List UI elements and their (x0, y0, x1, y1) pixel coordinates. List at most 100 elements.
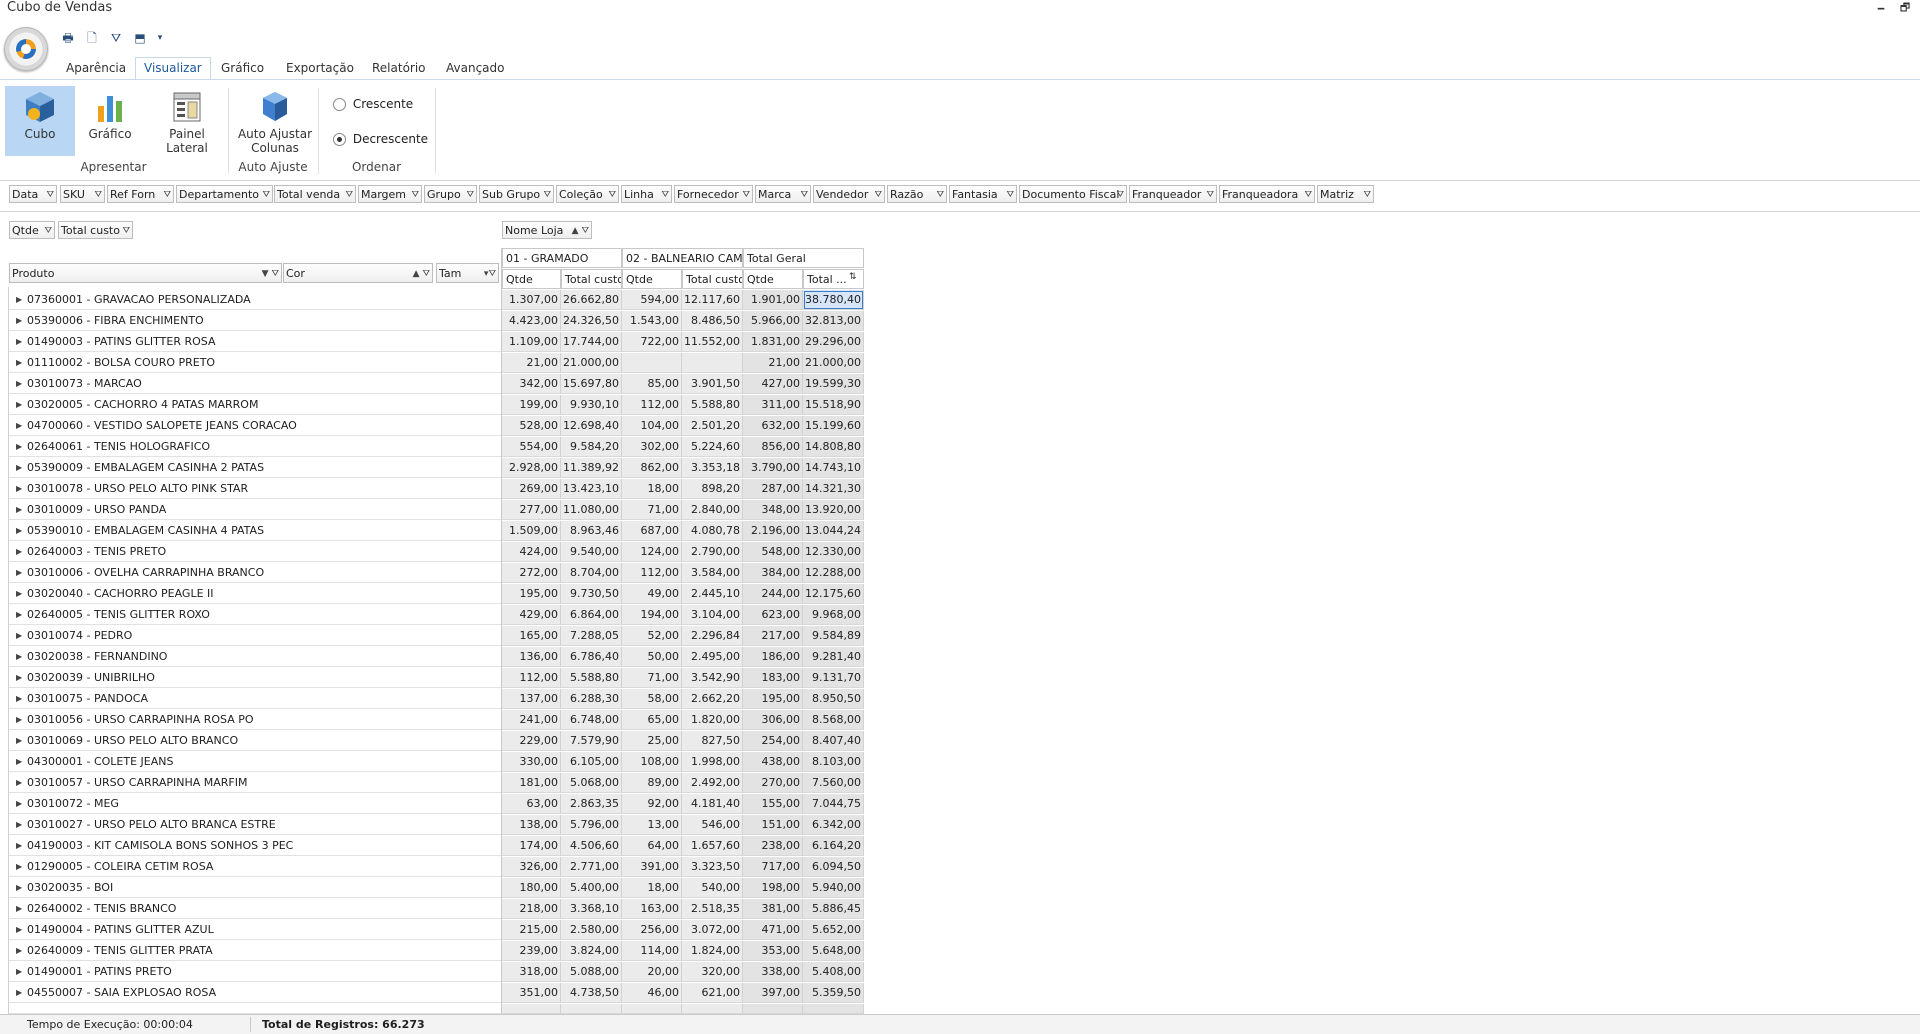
expand-arrow-icon[interactable]: ▶ (16, 458, 22, 477)
grafico-button[interactable]: Gráfico (78, 86, 142, 156)
data-cell[interactable]: 9.131,70 (803, 668, 864, 688)
filter-field-4[interactable]: Total venda ⛛ (274, 185, 356, 203)
filter-icon[interactable]: ⛛ (1006, 186, 1014, 202)
row-field-cor[interactable]: Cor ▲ ⛛ (283, 263, 433, 283)
data-cell[interactable]: 13.920,00 (803, 500, 864, 520)
column-group-header[interactable]: 01 - GRAMADO (502, 248, 622, 268)
data-cell[interactable]: 13.423,10 (561, 479, 622, 499)
filter-icon[interactable]: ⛛ (411, 186, 419, 202)
data-cell[interactable]: 424,00 (502, 542, 561, 562)
expand-arrow-icon[interactable]: ▶ (16, 353, 22, 372)
data-cell[interactable]: 1.307,00 (502, 290, 561, 310)
data-cell[interactable]: 438,00 (743, 752, 803, 772)
data-cell[interactable]: 241,00 (502, 710, 561, 730)
data-cell[interactable]: 5.359,50 (803, 983, 864, 1003)
expand-arrow-icon[interactable]: ▶ (16, 794, 22, 813)
data-cell[interactable]: 6.105,00 (561, 752, 622, 772)
data-cell[interactable]: 19.599,30 (803, 374, 864, 394)
data-cell[interactable]: 6.864,00 (561, 605, 622, 625)
data-cell[interactable]: 342,00 (502, 374, 561, 394)
data-cell[interactable]: 540,00 (682, 878, 743, 898)
data-cell[interactable]: 6.748,00 (561, 710, 622, 730)
data-cell[interactable]: 8.103,00 (803, 752, 864, 772)
filter-icon[interactable]: ⛛ (543, 186, 551, 202)
data-cell[interactable]: 9.584,20 (561, 437, 622, 457)
data-cell[interactable]: 52,00 (622, 626, 682, 646)
data-cell[interactable]: 8.568,00 (803, 710, 864, 730)
expand-arrow-icon[interactable]: ▶ (16, 521, 22, 540)
expand-arrow-icon[interactable]: ▶ (16, 311, 22, 330)
filter-field-10[interactable]: Fornecedor ⛛ (674, 185, 753, 203)
expand-arrow-icon[interactable]: ▶ (16, 479, 22, 498)
row-header[interactable]: ▶ 05390010 - EMBALAGEM CASINHA 4 PATAS (9, 521, 501, 541)
expand-arrow-icon[interactable]: ▶ (16, 605, 22, 624)
data-cell[interactable]: 11.389,92 (561, 458, 622, 478)
data-cell[interactable]: 21.000,00 (803, 353, 864, 373)
filter-field-13[interactable]: Razão ⛛ (887, 185, 947, 203)
data-cell[interactable]: 269,00 (502, 479, 561, 499)
filter-field-8[interactable]: Coleção ⛛ (556, 185, 619, 203)
expand-arrow-icon[interactable]: ▶ (16, 731, 22, 750)
filter-icon[interactable]: ⛛ (163, 186, 171, 202)
data-cell[interactable]: 2.790,00 (682, 542, 743, 562)
filter-icon[interactable]: ⛛ (1363, 186, 1371, 202)
filter-icon[interactable]: ⛛ (742, 186, 750, 202)
data-cell[interactable]: 722,00 (622, 332, 682, 352)
data-cell[interactable]: 5.408,00 (803, 962, 864, 982)
data-cell[interactable]: 6.288,30 (561, 689, 622, 709)
data-cell[interactable]: 2.296,84 (682, 626, 743, 646)
customize-dropdown-icon[interactable]: ▾ (155, 30, 165, 46)
data-cell[interactable]: 229,00 (502, 731, 561, 751)
data-cell[interactable]: 12.117,60 (682, 290, 743, 310)
export-icon[interactable]: ⬒ (132, 30, 148, 46)
row-header[interactable]: ▶ 01490003 - PATINS GLITTER ROSA (9, 332, 501, 352)
data-cell[interactable]: 4.738,50 (561, 983, 622, 1003)
expand-arrow-icon[interactable]: ▶ (16, 815, 22, 834)
data-cell[interactable]: 2.840,00 (682, 500, 743, 520)
data-cell[interactable]: 4.080,78 (682, 521, 743, 541)
data-cell[interactable]: 8.963,46 (561, 521, 622, 541)
sort-filter-icon[interactable]: ▲ ⛛ (572, 222, 589, 238)
painel-lateral-button[interactable]: Painel Lateral (152, 86, 222, 156)
data-cell[interactable]: 277,00 (502, 500, 561, 520)
data-cell[interactable]: 348,00 (743, 500, 803, 520)
row-header[interactable]: ▶ 03010073 - MARCAO (9, 374, 501, 394)
data-cell[interactable]: 256,00 (622, 920, 682, 940)
data-cell[interactable]: 58,00 (622, 689, 682, 709)
data-cell-partial[interactable] (561, 1004, 622, 1014)
expand-arrow-icon[interactable]: ▶ (16, 416, 22, 435)
data-cell[interactable]: 5.940,00 (803, 878, 864, 898)
data-cell[interactable]: 11.080,00 (561, 500, 622, 520)
column-header[interactable]: Qtde (622, 269, 682, 289)
minimize-button[interactable]: 🗕 (1872, 0, 1890, 16)
data-cell[interactable]: 18,00 (622, 479, 682, 499)
app-logo[interactable] (4, 27, 48, 71)
data-cell[interactable]: 50,00 (622, 647, 682, 667)
data-cell[interactable]: 391,00 (622, 857, 682, 877)
data-cell[interactable]: 351,00 (502, 983, 561, 1003)
data-cell[interactable]: 114,00 (622, 941, 682, 961)
expand-arrow-icon[interactable]: ▶ (16, 878, 22, 897)
data-cell[interactable]: 21,00 (502, 353, 561, 373)
data-cell[interactable]: 6.094,50 (803, 857, 864, 877)
data-cell[interactable]: 85,00 (622, 374, 682, 394)
column-header[interactable]: Qtde (502, 269, 561, 289)
data-cell[interactable]: 528,00 (502, 416, 561, 436)
data-cell[interactable]: 306,00 (743, 710, 803, 730)
expand-arrow-icon[interactable]: ▶ (16, 836, 22, 855)
data-cell[interactable]: 194,00 (622, 605, 682, 625)
data-cell[interactable]: 4.423,00 (502, 311, 561, 331)
filter-field-18[interactable]: Matriz ⛛ (1317, 185, 1374, 203)
filter-field-14[interactable]: Fantasia ⛛ (949, 185, 1017, 203)
data-cell[interactable]: 26.662,80 (561, 290, 622, 310)
data-cell-partial[interactable] (743, 1004, 803, 1014)
filter-icon[interactable]: ⛛ (262, 186, 270, 202)
data-cell[interactable]: 112,00 (622, 395, 682, 415)
filter-icon[interactable]: ⛛ (608, 186, 616, 202)
data-cell[interactable]: 330,00 (502, 752, 561, 772)
data-cell[interactable]: 1.109,00 (502, 332, 561, 352)
data-cell[interactable]: 238,00 (743, 836, 803, 856)
data-cell[interactable]: 3.104,00 (682, 605, 743, 625)
data-cell[interactable]: 326,00 (502, 857, 561, 877)
data-cell[interactable]: 338,00 (743, 962, 803, 982)
